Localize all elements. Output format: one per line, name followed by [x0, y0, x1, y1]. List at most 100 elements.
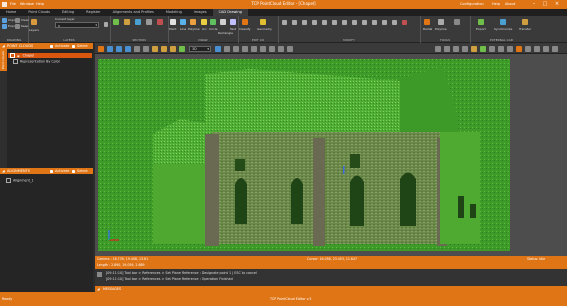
geometry-icon[interactable]	[260, 19, 266, 25]
draw-point-button[interactable]: Point	[169, 27, 176, 31]
representation-checkbox[interactable]	[13, 59, 18, 64]
move-icon[interactable]	[282, 20, 287, 25]
point-size-icon[interactable]	[278, 46, 284, 52]
layers-button[interactable]: Layers	[29, 28, 39, 32]
tree-item-chapel[interactable]: ◉ Chapel	[8, 53, 92, 58]
tab-modeling[interactable]: Modeling	[160, 9, 188, 16]
offset-icon[interactable]	[332, 20, 337, 25]
tree-item-alignment-1[interactable]: Alignment_1	[6, 178, 34, 183]
alignment-checkbox[interactable]	[6, 178, 11, 183]
classify-icon[interactable]	[242, 19, 248, 25]
tab-home[interactable]: Home	[0, 9, 22, 16]
tree-item-representation[interactable]: Representation By Color	[13, 59, 60, 64]
mirror-icon[interactable]	[322, 20, 327, 25]
draw-arc-button[interactable]: Arc	[202, 27, 207, 31]
section-profile-icon[interactable]	[124, 19, 130, 25]
extend-icon[interactable]	[352, 20, 357, 25]
join-icon[interactable]	[362, 20, 367, 25]
export-icon[interactable]	[2, 24, 7, 29]
section-clip-icon[interactable]	[146, 19, 152, 25]
transfer-button[interactable]: Transfer	[519, 27, 531, 31]
view-top-icon[interactable]	[152, 46, 158, 52]
chamfer-icon[interactable]	[392, 20, 397, 25]
section-plan-icon[interactable]	[113, 19, 119, 25]
tab-point-clouds[interactable]: Point Clouds	[22, 9, 56, 16]
draw-polyline-icon[interactable]	[190, 19, 196, 25]
cursor-3d-icon[interactable]	[435, 46, 441, 52]
perspective-icon[interactable]	[507, 46, 513, 52]
layers-icon[interactable]	[31, 19, 37, 25]
settings-icon[interactable]	[534, 46, 540, 52]
delete-icon[interactable]	[402, 20, 407, 25]
density-icon[interactable]	[480, 46, 486, 52]
fillet-icon[interactable]	[382, 20, 387, 25]
tab-images[interactable]: Images	[188, 9, 213, 16]
synchronize-button[interactable]: Synchronize	[494, 27, 512, 31]
classify-button[interactable]: Classify	[239, 27, 251, 31]
radial-button[interactable]: Radial	[423, 27, 432, 31]
draw-text-icon[interactable]	[230, 19, 236, 25]
snap-icon[interactable]	[251, 46, 257, 52]
zoom-out-icon[interactable]	[125, 46, 131, 52]
section-remove-icon[interactable]	[157, 19, 163, 25]
copy-icon[interactable]	[312, 20, 317, 25]
draw-line-icon[interactable]	[180, 19, 186, 25]
about-link[interactable]: About	[505, 2, 515, 6]
view-iso-icon[interactable]	[179, 46, 185, 52]
tab-editing[interactable]: Editing	[56, 9, 80, 16]
active-tool-icon[interactable]	[516, 46, 522, 52]
orbit-icon[interactable]	[143, 46, 149, 52]
pan-icon[interactable]	[134, 46, 140, 52]
filter-icon[interactable]	[444, 46, 450, 52]
measure-icon[interactable]	[215, 46, 221, 52]
draw-circle-icon[interactable]	[210, 19, 216, 25]
side-tab-point-clouds[interactable]: Point clouds	[0, 49, 7, 71]
ortho-icon[interactable]	[498, 46, 504, 52]
zoom-extents-icon[interactable]	[107, 46, 113, 52]
draw-arc-icon[interactable]	[201, 19, 207, 25]
draw-text-button[interactable]: Text	[230, 27, 236, 31]
clear-icon[interactable]	[15, 18, 20, 23]
minimize-icon[interactable]: –	[530, 1, 538, 8]
draw-polyline-button[interactable]: Polyline	[188, 27, 200, 31]
explode-icon[interactable]	[372, 20, 377, 25]
color-mode-icon[interactable]	[269, 46, 275, 52]
height-map-icon[interactable]	[471, 46, 477, 52]
tools-extra-icon[interactable]	[454, 19, 460, 25]
lighting-icon[interactable]	[260, 46, 266, 52]
transfer-icon[interactable]	[522, 19, 528, 25]
tab-alignments[interactable]: Alignments and Profiles	[107, 9, 160, 16]
synchronize-icon[interactable]	[500, 19, 506, 25]
external-export-button[interactable]: Export	[476, 27, 486, 31]
tab-register[interactable]: Register	[80, 9, 106, 16]
tools-polyline-button[interactable]: Polyline	[435, 27, 447, 31]
radial-icon[interactable]	[424, 19, 430, 25]
view-side-icon[interactable]	[170, 46, 176, 52]
zoom-in-icon[interactable]	[116, 46, 122, 52]
configuration-link[interactable]: Configuration	[460, 2, 484, 6]
screenshot-icon[interactable]	[552, 46, 558, 52]
draw-rectangle-button[interactable]: Rectangle	[218, 31, 233, 35]
external-export-icon[interactable]	[478, 19, 484, 25]
alignments-select-checkbox[interactable]	[72, 169, 75, 173]
layer-settings-icon[interactable]	[104, 22, 108, 27]
current-layer-select[interactable]: 0 ▾	[55, 22, 99, 28]
help-link[interactable]: Help	[492, 2, 500, 6]
maximize-icon[interactable]: □	[541, 1, 549, 8]
geometry-button[interactable]: Geometry	[257, 27, 272, 31]
draw-circle-button[interactable]: Circle	[209, 27, 217, 31]
view-front-icon[interactable]	[161, 46, 167, 52]
import-icon[interactable]	[2, 18, 7, 23]
keep-icon[interactable]	[15, 24, 20, 29]
clip-plane-icon[interactable]	[462, 46, 468, 52]
fit-plane-icon[interactable]	[453, 46, 459, 52]
section-cross-icon[interactable]	[135, 19, 141, 25]
scale-icon[interactable]	[302, 20, 307, 25]
camera-icon[interactable]	[287, 46, 293, 52]
draw-point-icon[interactable]	[170, 19, 176, 25]
draw-line-button[interactable]: Line	[180, 27, 186, 31]
visibility-checkbox[interactable]	[10, 53, 15, 58]
tab-cad-drawing[interactable]: CAD Drawing	[212, 9, 248, 16]
rotate-icon[interactable]	[292, 20, 297, 25]
close-icon[interactable]: ×	[553, 1, 561, 8]
